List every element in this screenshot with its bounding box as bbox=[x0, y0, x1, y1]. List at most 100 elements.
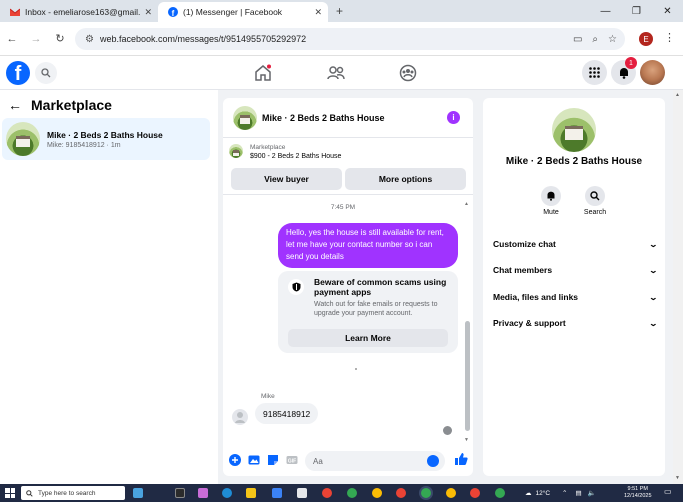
chat-panel: Mike · 2 Beds 2 Baths House i Marketplac… bbox=[223, 98, 473, 476]
chrome-icon[interactable] bbox=[495, 488, 505, 498]
message-composer: GIF Aa bbox=[223, 446, 473, 476]
sender-avatar[interactable] bbox=[232, 409, 248, 425]
list-title: Marketplace bbox=[31, 97, 112, 113]
menu-grid-icon[interactable] bbox=[582, 60, 607, 85]
scam-warning-title: Beware of common scams using payment app… bbox=[314, 277, 447, 297]
emoji-icon[interactable] bbox=[427, 455, 439, 467]
scroll-down-icon[interactable]: ▼ bbox=[675, 475, 680, 481]
message-input[interactable]: Aa bbox=[305, 451, 445, 471]
widgets-icon[interactable] bbox=[133, 488, 143, 498]
back-arrow-icon[interactable]: ← bbox=[8, 97, 22, 113]
weather-icon[interactable]: ☁ bbox=[525, 489, 532, 497]
tab-messenger[interactable]: f (1) Messenger | Facebook ✕ bbox=[158, 2, 328, 22]
chat-scrollbar[interactable]: ▲ ▼ bbox=[464, 201, 470, 443]
seen-indicator bbox=[443, 426, 452, 435]
scroll-thumb[interactable] bbox=[465, 321, 470, 431]
forward-icon[interactable]: → bbox=[24, 33, 48, 45]
scroll-up-icon[interactable]: ▲ bbox=[464, 201, 469, 207]
plus-circle-icon[interactable] bbox=[229, 454, 241, 466]
info-icon[interactable]: i bbox=[447, 111, 460, 124]
gmail-icon bbox=[10, 8, 20, 16]
windows-start-icon[interactable] bbox=[5, 488, 15, 498]
list-item[interactable]: Mike · 2 Beds 2 Baths House Mike: 918541… bbox=[2, 118, 210, 160]
groups-icon[interactable] bbox=[399, 64, 417, 82]
facebook-header: f 1 bbox=[0, 56, 683, 90]
tray-chevron-icon[interactable]: ⌃ bbox=[562, 489, 567, 497]
facebook-logo-icon[interactable]: f bbox=[6, 61, 30, 85]
bell-icon bbox=[547, 191, 555, 201]
menu-kebab-icon[interactable]: ⋮ bbox=[664, 31, 675, 44]
reload-icon[interactable]: ↻ bbox=[48, 32, 72, 45]
listing-profile-photo[interactable] bbox=[552, 108, 596, 152]
menu-media-files-links[interactable]: Media, files and links ⌄ bbox=[493, 292, 658, 302]
sticker-icon[interactable] bbox=[267, 454, 279, 466]
volume-icon[interactable]: 🔈 bbox=[588, 489, 596, 497]
address-bar[interactable]: ⚙ web.facebook.com/messages/t/9514955705… bbox=[75, 28, 625, 50]
profile-avatar[interactable]: E bbox=[639, 32, 653, 46]
temperature[interactable]: 12°C bbox=[536, 490, 551, 497]
task-view-icon[interactable] bbox=[175, 488, 185, 498]
chevron-down-icon: ⌄ bbox=[648, 318, 659, 328]
chrome-icon[interactable] bbox=[322, 488, 332, 498]
close-icon[interactable]: ✕ bbox=[314, 7, 322, 18]
scroll-up-icon[interactable]: ▲ bbox=[675, 92, 680, 98]
close-window-icon[interactable]: ✕ bbox=[652, 6, 683, 17]
file-explorer-icon[interactable] bbox=[246, 488, 256, 498]
chat-details-panel: Mike · 2 Beds 2 Baths House Mute Search … bbox=[483, 98, 665, 476]
friends-icon[interactable] bbox=[327, 64, 345, 82]
account-avatar[interactable] bbox=[640, 60, 665, 85]
home-icon[interactable] bbox=[254, 64, 272, 82]
install-icon[interactable]: ▭ bbox=[573, 34, 582, 45]
fb-search-icon[interactable] bbox=[35, 62, 57, 84]
app-icon[interactable] bbox=[297, 488, 307, 498]
listing-summary[interactable]: Marketplace $900 - 2 Beds 2 Baths House bbox=[229, 144, 341, 160]
menu-label: Chat members bbox=[493, 265, 553, 275]
new-tab-icon[interactable]: + bbox=[336, 4, 343, 18]
chat-title[interactable]: Mike · 2 Beds 2 Baths House bbox=[262, 113, 385, 123]
site-settings-icon[interactable]: ⚙ bbox=[85, 34, 94, 45]
more-options-button[interactable]: More options bbox=[345, 168, 466, 190]
taskbar-search[interactable]: Type here to search bbox=[21, 486, 125, 500]
mute-action[interactable]: Mute bbox=[531, 186, 571, 216]
chat-header: Mike · 2 Beds 2 Baths House i bbox=[223, 98, 473, 138]
zoom-icon[interactable]: ⌕ bbox=[592, 34, 598, 45]
network-icon[interactable]: ▤ bbox=[575, 489, 581, 497]
house-thumbnail[interactable] bbox=[233, 105, 257, 130]
windows-taskbar: Type here to search ☁ 12°C ⌃ ▤ 🔈 9:51 PM… bbox=[0, 484, 683, 502]
gif-icon[interactable]: GIF bbox=[286, 454, 298, 466]
page-scrollbar[interactable]: ▲ ▼ bbox=[673, 90, 683, 484]
menu-privacy-support[interactable]: Privacy & support ⌄ bbox=[493, 318, 659, 328]
chrome-icon[interactable] bbox=[372, 488, 382, 498]
learn-more-button[interactable]: Learn More bbox=[288, 329, 448, 347]
store-icon[interactable] bbox=[272, 488, 282, 498]
chrome-icon[interactable] bbox=[470, 488, 480, 498]
clock-date: 12/14/2025 bbox=[624, 493, 652, 499]
notifications-tray-icon[interactable]: ▭ bbox=[664, 487, 672, 496]
menu-customize-chat[interactable]: Customize chat ⌄ bbox=[493, 239, 658, 249]
search-action[interactable]: Search bbox=[575, 186, 615, 216]
minimize-icon[interactable]: — bbox=[590, 6, 621, 17]
chrome-icon[interactable] bbox=[421, 488, 431, 498]
bookmark-star-icon[interactable]: ☆ bbox=[608, 34, 617, 45]
edge-icon[interactable] bbox=[222, 488, 232, 498]
system-tray: ☁ 12°C ⌃ ▤ 🔈 bbox=[525, 484, 596, 502]
search-label: Search bbox=[583, 209, 607, 216]
scroll-down-icon[interactable]: ▼ bbox=[464, 437, 469, 443]
taskbar-clock[interactable]: 9:51 PM 12/14/2025 bbox=[624, 486, 652, 500]
chrome-icon[interactable] bbox=[446, 488, 456, 498]
tab-gmail[interactable]: Inbox - emeliarose163@gmail.c ✕ bbox=[0, 2, 158, 22]
copilot-icon[interactable] bbox=[198, 488, 208, 498]
thumbs-up-icon[interactable] bbox=[454, 452, 468, 466]
shield-icon bbox=[288, 279, 304, 295]
view-buyer-button[interactable]: View buyer bbox=[231, 168, 342, 190]
notification-badge: 1 bbox=[625, 57, 637, 69]
close-icon[interactable]: ✕ bbox=[144, 7, 152, 18]
chrome-icon[interactable] bbox=[347, 488, 357, 498]
menu-chat-members[interactable]: Chat members ⌄ bbox=[493, 265, 658, 275]
restore-icon[interactable]: ❐ bbox=[621, 6, 652, 17]
window-controls: — ❐ ✕ bbox=[590, 0, 683, 22]
chrome-icon[interactable] bbox=[396, 488, 406, 498]
notifications-bell-icon[interactable]: 1 bbox=[611, 57, 637, 85]
back-icon[interactable]: ← bbox=[0, 33, 24, 45]
photo-icon[interactable] bbox=[248, 454, 260, 466]
